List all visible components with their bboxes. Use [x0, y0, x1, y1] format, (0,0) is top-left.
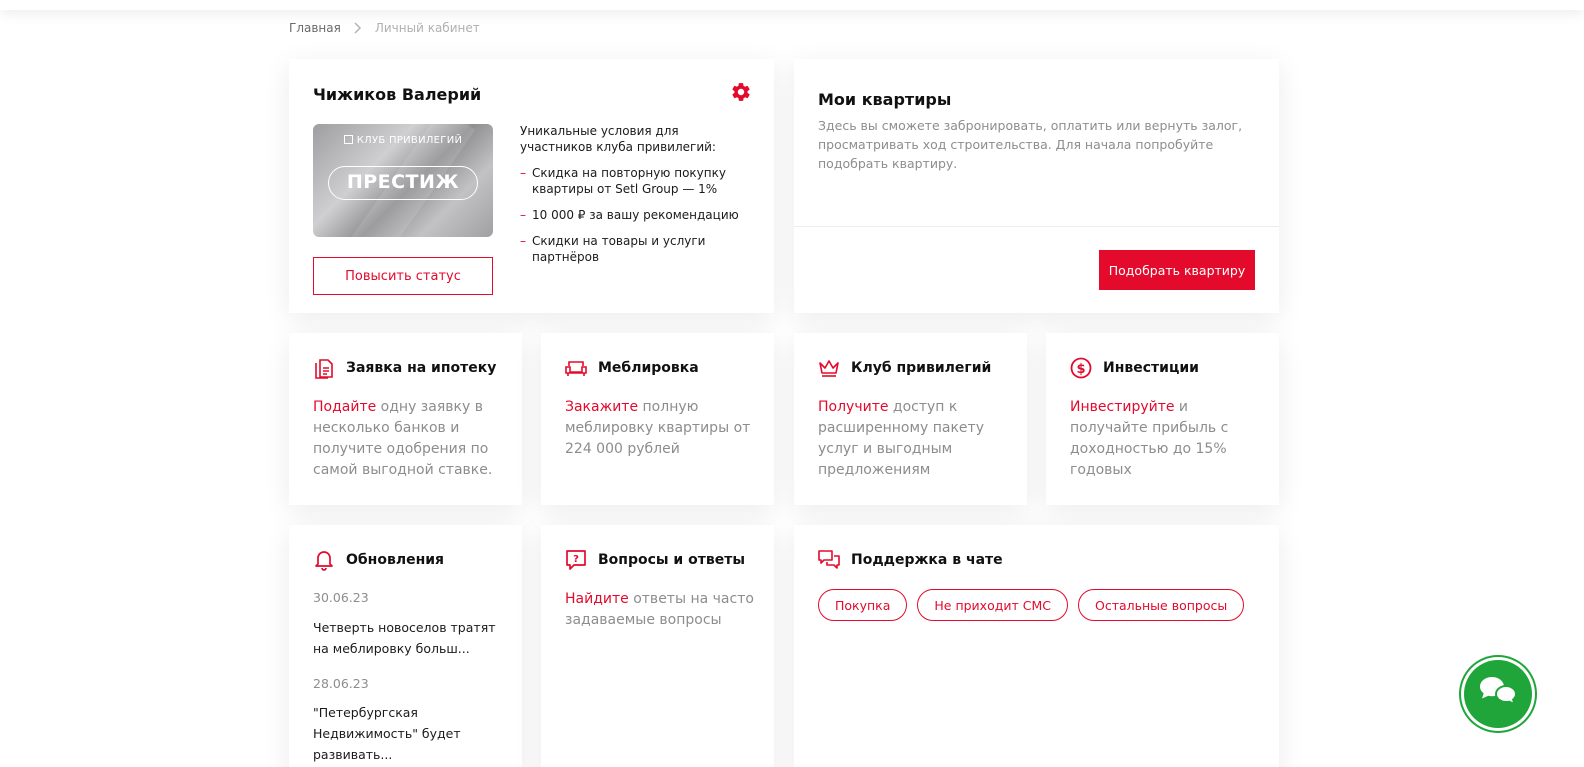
card-status: ПРЕСТИЖ [328, 166, 478, 200]
service-card-investments[interactable]: $ Инвестиции Инвестируйте и получайте пр… [1046, 333, 1279, 505]
news-date: 28.06.23 [313, 676, 369, 691]
service-text: Подайте одну заявку в несколько банков и… [313, 399, 493, 478]
chip-no-sms[interactable]: Не приходит СМС [917, 589, 1068, 621]
service-text: Закажите полную меблировку квартиры от 2… [565, 399, 751, 457]
support-title: Поддержка в чате [851, 552, 1003, 568]
chevron-right-icon [349, 20, 367, 36]
upgrade-status-button[interactable]: Повысить статус [313, 257, 493, 295]
chip-other-questions[interactable]: Остальные вопросы [1078, 589, 1245, 621]
support-card: Поддержка в чате Покупка Не приходит СМС… [794, 525, 1279, 767]
service-title: Заявка на ипотеку [346, 360, 497, 376]
privilege-card: КЛУБ ПРИВИЛЕГИЙ ПРЕСТИЖ [313, 124, 493, 237]
service-card-club[interactable]: Клуб привилегий Получите доступ к расшир… [794, 333, 1027, 505]
chat-icon [818, 549, 840, 571]
crown-icon [818, 357, 840, 379]
bell-icon [313, 549, 335, 571]
svg-text:?: ? [573, 554, 579, 565]
benefits: Уникальные условия для участников клуба … [520, 123, 750, 275]
profile-card: Чижиков Валерий КЛУБ ПРИВИЛЕГИЙ ПРЕСТИЖ … [289, 59, 774, 313]
service-link[interactable]: Получите [818, 399, 888, 415]
find-apartment-button[interactable]: Подобрать квартиру [1099, 250, 1255, 290]
header-shadow [0, 0, 1584, 10]
service-title: Инвестиции [1103, 360, 1199, 376]
benefit-item: Скидки на товары и услуги партнёров [520, 233, 750, 265]
chat-bubbles-icon [1478, 674, 1518, 714]
breadcrumb: Главная Личный кабинет [289, 20, 480, 36]
benefit-item: Скидка на повторную покупку квартиры от … [520, 165, 750, 197]
chip-purchase[interactable]: Покупка [818, 589, 908, 621]
dollar-icon: $ [1070, 357, 1092, 379]
benefits-intro: Уникальные условия для участников клуба … [520, 124, 716, 154]
club-logo-icon [343, 135, 353, 144]
service-link[interactable]: Инвестируйте [1070, 399, 1174, 415]
breadcrumb-home[interactable]: Главная [289, 21, 341, 35]
service-text: Получите доступ к расширенному пакету ус… [818, 399, 984, 478]
service-title: Клуб привилегий [851, 360, 992, 376]
apartments-description: Здесь вы сможете забронировать, оплатить… [818, 118, 1243, 171]
faq-title: Вопросы и ответы [598, 552, 745, 568]
apartments-title: Мои квартиры [818, 90, 952, 109]
service-link[interactable]: Подайте [313, 399, 376, 415]
updates-title: Обновления [346, 552, 445, 568]
apartments-card: Мои квартиры Здесь вы сможете заброниров… [794, 59, 1279, 313]
news-date: 30.06.23 [313, 590, 369, 605]
faq-text: Найдите ответы на часто задаваемые вопро… [565, 591, 754, 628]
news-title[interactable]: "Петербургская Недвижимость" будет разви… [313, 702, 508, 765]
service-link[interactable]: Закажите [565, 399, 638, 415]
benefit-item: 10 000 ₽ за вашу рекомендацию [520, 207, 750, 223]
service-text: Инвестируйте и получайте прибыль с доход… [1070, 399, 1229, 478]
divider [794, 226, 1279, 227]
updates-card: Обновления 30.06.23 Четверть новоселов т… [289, 525, 522, 767]
gear-icon[interactable] [730, 81, 752, 103]
card-club-label: КЛУБ ПРИВИЛЕГИЙ [356, 135, 463, 146]
faq-card[interactable]: ? Вопросы и ответы Найдите ответы на час… [541, 525, 774, 767]
chat-fab-button[interactable] [1464, 660, 1532, 728]
document-icon [313, 357, 335, 379]
profile-name: Чижиков Валерий [313, 85, 482, 104]
service-title: Меблировка [598, 360, 699, 376]
service-card-mortgage[interactable]: Заявка на ипотеку Подайте одну заявку в … [289, 333, 522, 505]
news-title[interactable]: Четверть новоселов тратят на меблировку … [313, 617, 508, 659]
svg-text:$: $ [1076, 362, 1085, 377]
faq-link[interactable]: Найдите [565, 591, 629, 607]
question-icon: ? [565, 549, 587, 571]
service-card-furnishing[interactable]: Меблировка Закажите полную меблировку кв… [541, 333, 774, 505]
sofa-icon [565, 357, 587, 379]
benefits-list: Скидка на повторную покупку квартиры от … [520, 165, 750, 265]
support-chips: Покупка Не приходит СМС Остальные вопрос… [818, 589, 1245, 621]
breadcrumb-current: Личный кабинет [374, 21, 480, 35]
